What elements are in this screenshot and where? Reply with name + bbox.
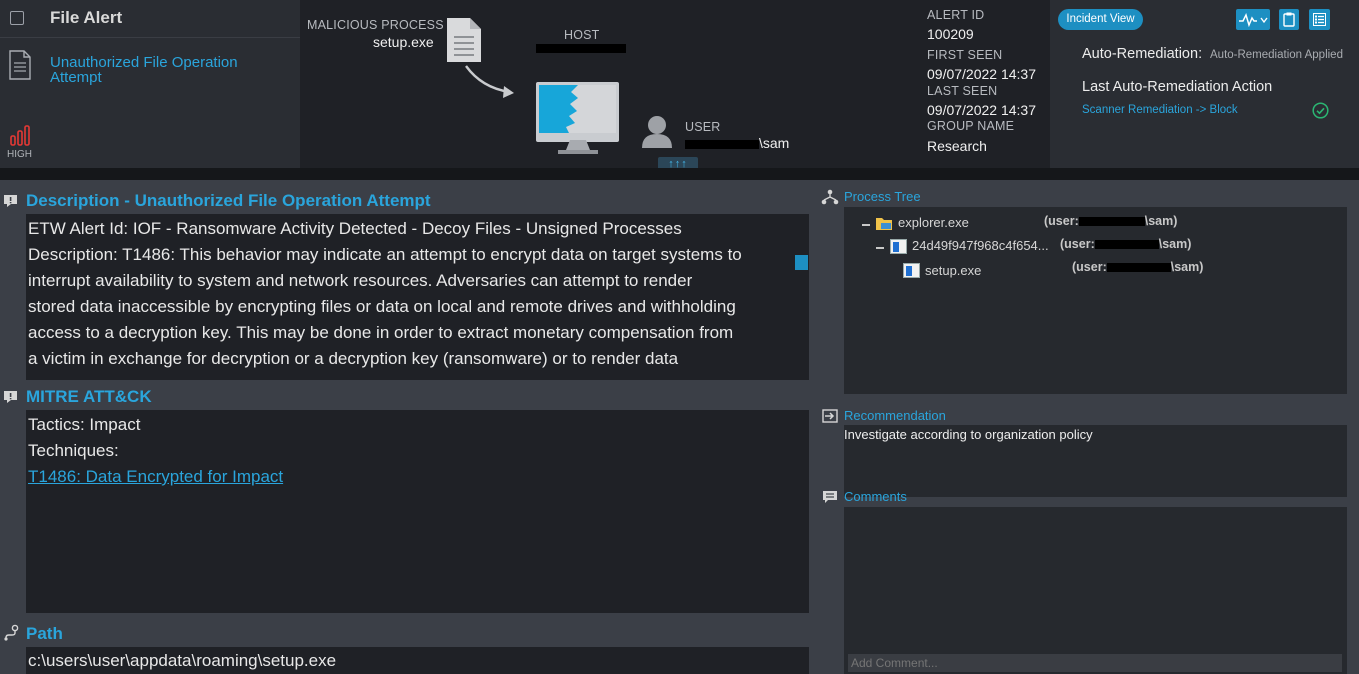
severity-bars-icon [10, 124, 32, 151]
severity-label: HIGH [7, 149, 32, 160]
path-panel: c:\users\user\appdata\roaming\setup.exe [26, 647, 809, 674]
clipboard-icon [1283, 12, 1295, 27]
description-scrollbar-thumb[interactable] [795, 255, 808, 270]
recommendation-arrow-icon [822, 409, 838, 428]
user-avatar-icon[interactable] [640, 114, 674, 153]
process-node-user: (user: \sam) [1072, 260, 1203, 274]
activity-pulse-icon [1239, 12, 1268, 27]
process-user-suffix: \sam) [1144, 214, 1178, 228]
user-redacted [1094, 240, 1159, 250]
recommendation-title: Recommendation [844, 408, 946, 423]
path-value: c:\users\user\appdata\roaming\setup.exe [28, 651, 337, 670]
first-seen-label: FIRST SEEN [927, 48, 1003, 62]
first-seen-value: 09/07/2022 14:37 [927, 66, 1036, 82]
activity-dropdown-button[interactable] [1236, 9, 1270, 30]
host-name-redacted [536, 44, 626, 53]
process-user-prefix: (user: [1044, 214, 1079, 228]
process-node-user: (user: \sam) [1044, 214, 1177, 228]
recommendation-text: Investigate according to organization po… [844, 427, 1093, 442]
group-name-value: Research [927, 138, 987, 154]
comments-icon [822, 490, 838, 509]
comments-title: Comments [844, 489, 907, 504]
process-node-name[interactable]: 24d49f947f968c4f654... [912, 238, 1049, 253]
auto-remediation-value: Auto-Remediation Applied [1210, 49, 1343, 61]
user-value: \sam [685, 135, 789, 151]
recommendation-panel: Investigate according to organization po… [844, 425, 1347, 497]
add-comment-input[interactable] [848, 654, 1342, 672]
last-seen-value: 09/07/2022 14:37 [927, 102, 1036, 118]
last-remediation-value[interactable]: Scanner Remediation -> Block [1082, 104, 1238, 116]
user-name: \sam [759, 135, 790, 151]
mitre-technique-link[interactable]: T1486: Data Encrypted for Impact [28, 464, 807, 490]
alert-details-body: Description - Unauthorized File Operatio… [0, 180, 1359, 674]
list-view-button[interactable] [1309, 9, 1330, 30]
alert-name-link[interactable]: Unauthorized File Operation Attempt [50, 55, 250, 85]
info-bubble-icon [3, 194, 18, 213]
path-route-icon [3, 624, 20, 646]
alert-id-label: ALERT ID [927, 8, 985, 22]
user-redacted [1078, 217, 1145, 227]
malicious-process-label: MALICIOUS PROCESS [307, 18, 444, 32]
incident-view-button[interactable]: Incident View [1058, 9, 1143, 30]
description-line: ETW Alert Id: IOF - Ransomware Activity … [28, 219, 682, 238]
host-label: HOST [564, 28, 600, 42]
process-user-prefix: (user: [1072, 260, 1107, 274]
title-bar: File Alert [0, 0, 300, 38]
mitre-panel: Tactics: Impact Techniques: T1486: Data … [26, 410, 809, 613]
folder-icon [875, 215, 893, 236]
collapse-toggle[interactable] [876, 247, 884, 249]
description-line: stored data inaccessible by encrypting f… [28, 297, 736, 316]
description-line: interrupt availability to system and net… [28, 271, 693, 290]
executable-icon [903, 263, 920, 283]
collapse-toggle[interactable] [862, 224, 870, 226]
process-tree-panel: explorer.exe (user: \sam) 24d49f947f968c4… [844, 207, 1347, 394]
auto-remediation-label: Auto-Remediation: [1082, 46, 1203, 62]
description-line: Description: T1486: This behavior may in… [28, 245, 742, 264]
process-node-name[interactable]: setup.exe [925, 263, 981, 278]
list-icon [1313, 13, 1326, 26]
remediation-panel: Incident View Auto-Remediation: Auto-Rem… [1050, 0, 1359, 168]
host-computer-icon[interactable] [536, 82, 620, 161]
description-panel: ETW Alert Id: IOF - Ransomware Activity … [26, 214, 809, 380]
description-line: a victim in exchange for decryption or a… [28, 349, 679, 368]
user-label: USER [685, 120, 721, 134]
process-node-name[interactable]: explorer.exe [898, 215, 969, 230]
last-seen-label: LAST SEEN [927, 84, 998, 98]
header-divider [0, 168, 1359, 180]
mitre-body: Tactics: Impact Techniques: T1486: Data … [26, 410, 809, 490]
user-domain-redacted [685, 139, 759, 149]
clipboard-button[interactable] [1279, 9, 1299, 30]
process-tree-title: Process Tree [844, 189, 921, 204]
attack-flow-arrow-icon [462, 62, 518, 107]
process-user-prefix: (user: [1060, 237, 1095, 251]
path-title: Path [26, 624, 63, 643]
group-name-label: GROUP NAME [927, 119, 1015, 133]
success-check-icon [1312, 102, 1329, 124]
process-user-suffix: \sam) [1170, 260, 1204, 274]
mitre-tactics: Tactics: Impact [28, 415, 141, 434]
comments-panel [844, 507, 1347, 674]
process-node-user: (user: \sam) [1060, 237, 1191, 251]
alert-summary-panel: File Alert Unauthorized File Operation A… [0, 0, 300, 168]
executable-icon [890, 239, 907, 259]
alert-id-value: 100209 [927, 26, 974, 42]
document-icon [8, 50, 32, 85]
alert-info-panel: ALERT ID 100209 FIRST SEEN 09/07/2022 14… [920, 0, 1050, 168]
description-line: access to a decryption key. This may be … [28, 323, 734, 342]
select-checkbox[interactable] [10, 11, 24, 25]
process-file-icon[interactable] [446, 17, 482, 68]
malicious-process-value: setup.exe [373, 34, 434, 50]
last-remediation-label: Last Auto-Remediation Action [1082, 79, 1273, 95]
mitre-title: MITRE ATT&CK [26, 387, 152, 406]
user-redacted [1106, 263, 1171, 273]
attack-visualization: MALICIOUS PROCESS setup.exe HOST USER \s… [300, 0, 920, 168]
description-title: Description - Unauthorized File Operatio… [26, 191, 431, 210]
description-body: ETW Alert Id: IOF - Ransomware Activity … [26, 214, 809, 372]
info-bubble-icon [3, 390, 18, 409]
mitre-techniques-label: Techniques: [28, 441, 119, 460]
process-tree-icon [821, 189, 839, 210]
page-title: File Alert [50, 8, 123, 27]
process-user-suffix: \sam) [1158, 237, 1192, 251]
